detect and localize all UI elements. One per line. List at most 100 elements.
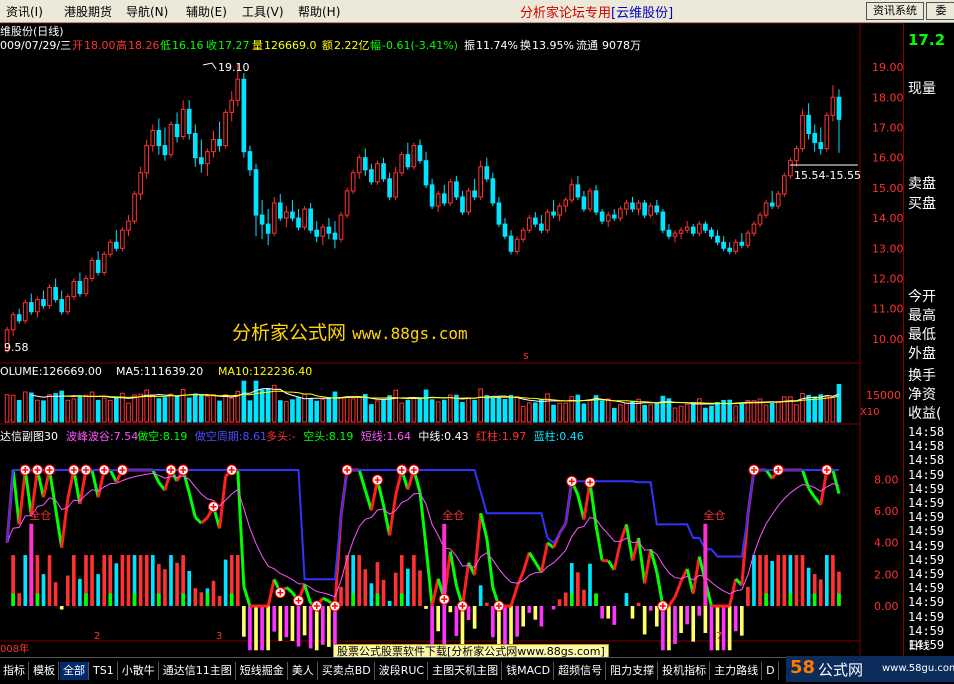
candle-body (710, 230, 714, 236)
candle-body (272, 203, 276, 233)
indicator-tab[interactable]: 短线掘金 (237, 662, 288, 680)
indicator-histogram-bar (187, 571, 191, 606)
volume-bar (5, 395, 9, 422)
indicator-tab[interactable]: D (763, 662, 778, 680)
candle-body (436, 194, 440, 206)
commission-button[interactable]: 委 (926, 2, 954, 20)
volume-bar (72, 399, 76, 422)
volume-bar (388, 396, 392, 422)
indicator-histogram-bar (291, 606, 295, 641)
volume-bar (321, 399, 325, 422)
candle-body (127, 221, 131, 230)
indicator-histogram-bar (685, 606, 689, 624)
volume-bar (218, 401, 222, 422)
candle-body (455, 182, 459, 197)
indicator-tab[interactable]: 阻力支撑 (607, 662, 658, 680)
menu-item-tools[interactable]: 工具(V) (242, 3, 284, 20)
indicator-tab[interactable]: 模板 (30, 662, 59, 680)
candle-body (449, 182, 453, 203)
volume-bar (491, 399, 495, 422)
indicator-legend-item: 红柱:1.97 (476, 429, 526, 443)
menu-item-hk-futures[interactable]: 港股期货 (64, 3, 112, 20)
indicator-histogram-bar (722, 606, 726, 650)
indicator-histogram-bar (716, 606, 720, 650)
indicator-main-segment (809, 488, 815, 497)
indicator-histogram-bar (193, 588, 197, 606)
indicator-histogram-bar (612, 606, 616, 625)
indicator-green-bar (400, 593, 404, 606)
indicator-axis-tick: 6.00 (874, 505, 899, 518)
price-panel (5, 63, 858, 352)
indicator-histogram-bar (23, 555, 27, 606)
trade-time: 14:59 (908, 468, 944, 482)
volume-bar (764, 405, 768, 422)
indicator-tab[interactable]: 钱MACD (503, 662, 554, 680)
indicator-tab[interactable]: 美人 (289, 662, 318, 680)
indicator-main-segment (833, 470, 839, 494)
volume-bar (546, 394, 550, 422)
indicator-histogram-bar (679, 606, 683, 633)
candle-body (376, 164, 380, 182)
indicator-histogram-bar (643, 606, 647, 634)
indicator-axis-tick: 8.00 (874, 473, 899, 486)
candle-body (266, 224, 270, 233)
indicator-tab[interactable]: 通达信11主图 (160, 662, 236, 680)
indicator-tab[interactable]: 投机指标 (659, 662, 710, 680)
candle-body (576, 185, 580, 197)
candle-body (564, 200, 568, 206)
indicator-main-segment (432, 579, 438, 606)
volume-bar (643, 405, 647, 422)
open-value: 18.00 (84, 39, 116, 52)
volume-bar (673, 408, 677, 422)
rp-label-open: 今开 (908, 286, 936, 306)
candle-body (242, 79, 246, 151)
indicator-tab[interactable]: 主力路线 (711, 662, 762, 680)
indicator-histogram-bar (212, 581, 216, 606)
volume-bar (740, 404, 744, 422)
volume-bar (485, 396, 489, 422)
indicator-tab[interactable]: 指标 (0, 662, 29, 680)
indicator-green-bar (36, 593, 40, 606)
indicator-main-segment (645, 549, 651, 583)
info-system-button[interactable]: 资讯系统 (866, 2, 924, 20)
candle-body (151, 131, 155, 146)
volume-bar (254, 381, 258, 422)
price-axis-tick: 13.00 (872, 242, 903, 255)
amount-value: 2.22亿 (334, 39, 370, 52)
indicator-tab[interactable]: TS1 (90, 662, 118, 680)
indicator-tab[interactable]: 小散牛 (119, 662, 159, 680)
indicator-histogram-bar (540, 606, 544, 626)
indicator-main-segment (523, 553, 529, 572)
volume-bar (782, 397, 786, 422)
candle-body (540, 224, 544, 230)
candle-body (139, 173, 143, 194)
menu-item-navigate[interactable]: 导航(N) (126, 3, 168, 20)
indicator-tab[interactable]: 主图天机主图 (429, 662, 502, 680)
volume-bar (430, 400, 434, 422)
indicator-histogram-bar (388, 601, 392, 606)
menu-item-assist[interactable]: 辅助(E) (186, 3, 227, 20)
indicator-tab[interactable]: 全部 (60, 662, 89, 680)
volume-bar (212, 395, 216, 422)
indicator-tab[interactable]: 波段RUC (376, 662, 428, 680)
menu-item-help[interactable]: 帮助(H) (298, 3, 340, 20)
candle-body (193, 134, 197, 158)
indicator-histogram-bar (17, 593, 21, 606)
trade-time: 14:59 (908, 553, 944, 567)
candle-body (400, 155, 404, 173)
indicator-tab[interactable]: 买卖点BD (319, 662, 375, 680)
volume-bar (552, 405, 556, 422)
menu-item-info[interactable]: 资讯(I) (6, 3, 43, 20)
indicator-histogram-bar (327, 606, 331, 647)
candle-body (673, 233, 677, 236)
indicator-histogram-bar (412, 555, 416, 606)
indicator-tab[interactable]: 超频信号 (555, 662, 606, 680)
indicator-histogram-bar (831, 555, 835, 606)
watermark-text: 分析家公式网 (232, 322, 346, 344)
candle-body (552, 212, 556, 215)
volume-bar (351, 399, 355, 422)
volume-header: OLUME:126669.00 MA5:111639.20 MA10:12223… (0, 365, 312, 378)
volume-bar (30, 393, 34, 422)
indicator-main-segment (201, 518, 207, 524)
indicator-histogram-bar (795, 555, 799, 606)
